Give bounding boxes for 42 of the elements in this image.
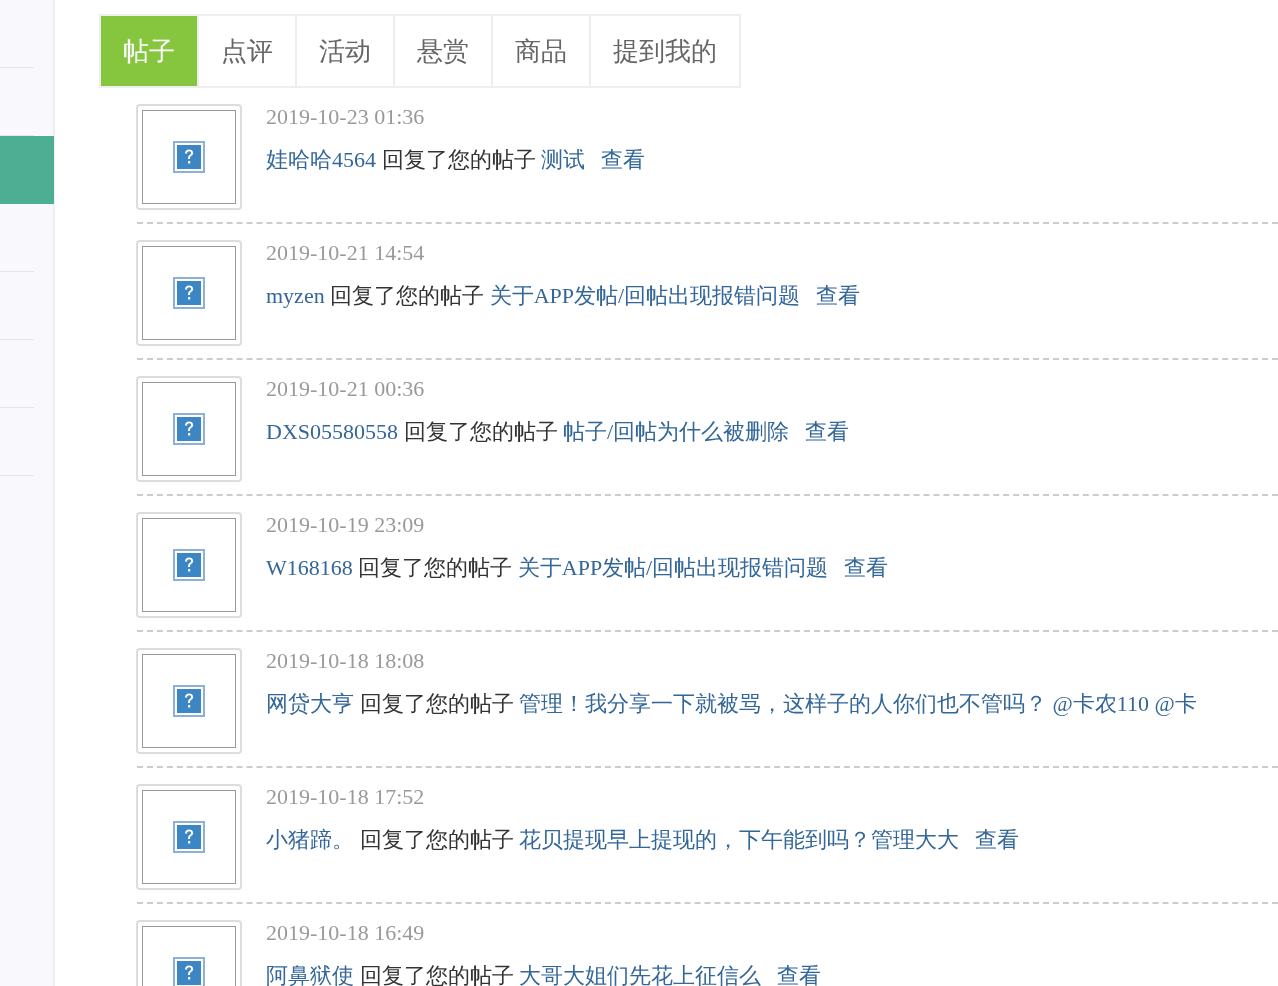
user-link[interactable]: W168168 [266, 555, 353, 580]
post-link[interactable]: 关于APP发帖/回帖出现报错问题 [489, 283, 801, 308]
view-link[interactable]: 查看 [777, 963, 821, 986]
broken-image-icon [173, 957, 205, 986]
post-link[interactable]: 花贝提现早上提现的，下午能到吗？管理大大 [519, 827, 959, 852]
broken-image-icon [173, 821, 205, 853]
user-link[interactable]: 小猪蹄。 [266, 827, 354, 852]
broken-image-icon [173, 685, 205, 717]
post-link[interactable]: 关于APP发帖/回帖出现报错问题 [517, 555, 829, 580]
notice-time: 2019-10-21 00:36 [266, 378, 426, 400]
notice-time: 2019-10-18 16:49 [266, 922, 426, 944]
user-link[interactable]: myzen [266, 283, 325, 308]
view-link[interactable]: 查看 [601, 147, 645, 172]
notice-time: 2019-10-21 14:54 [266, 242, 426, 264]
user-link[interactable]: 阿鼻狱使 [266, 963, 354, 986]
notice-text: 回复了您的帖子 [359, 691, 514, 716]
broken-image-icon [173, 413, 205, 445]
notice-time: 2019-10-18 17:52 [266, 786, 426, 808]
notice-time: 2019-10-19 23:09 [266, 514, 426, 536]
notice-text: 回复了您的帖子 [359, 963, 514, 986]
view-link[interactable]: 查看 [844, 555, 889, 580]
notice-text: 回复了您的帖子 [358, 555, 513, 580]
user-link[interactable]: DXS05580558 [266, 419, 398, 444]
user-link[interactable]: 娃哈哈4564 [266, 147, 376, 172]
broken-image-icon [173, 141, 205, 173]
notice-text: 回复了您的帖子 [330, 283, 485, 308]
view-link[interactable]: 查看 [805, 419, 850, 444]
user-link[interactable]: 网贷大亨 [266, 691, 354, 716]
view-link[interactable]: 查看 [975, 827, 1019, 852]
notice-text: 回复了您的帖子 [381, 147, 536, 172]
post-link[interactable]: 大哥大姐们先花上征信么 [519, 963, 761, 986]
sidebar-item[interactable] [0, 136, 54, 204]
notice-text: 回复了您的帖子 [359, 827, 514, 852]
notice-time: 2019-10-23 01:36 [266, 106, 426, 128]
view-link[interactable]: 查看 [816, 283, 861, 308]
post-link[interactable]: 测试 [541, 147, 585, 172]
notice-text: 回复了您的帖子 [403, 419, 558, 444]
post-link[interactable]: 帖子/回帖为什么被删除 [563, 419, 790, 444]
broken-image-icon [173, 277, 205, 309]
broken-image-icon [173, 549, 205, 581]
post-link[interactable]: 管理！我分享一下就被骂，这样子的人你们也不管吗？ @卡农110 @卡 [519, 691, 1197, 716]
notice-time: 2019-10-18 18:08 [266, 650, 426, 672]
